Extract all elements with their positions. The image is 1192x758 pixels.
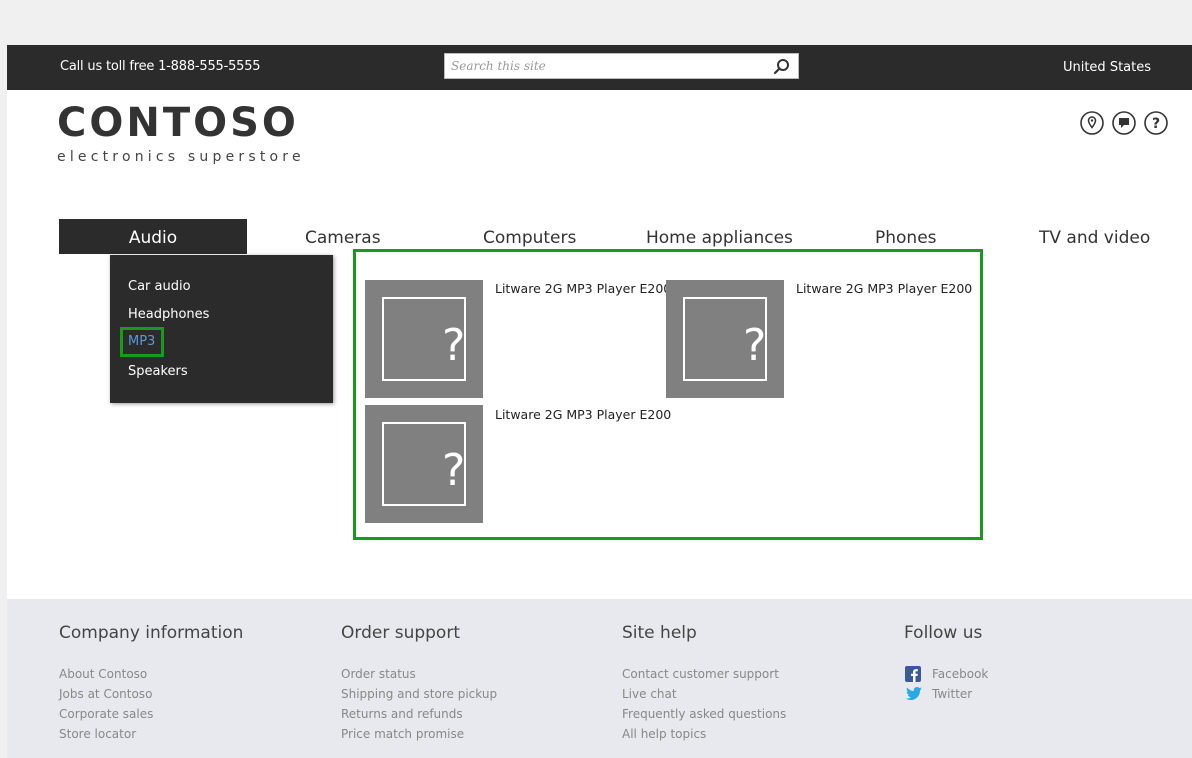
footer-heading-company-information: Company information — [59, 623, 244, 643]
dropdown-item-mp3[interactable]: MP3 — [120, 327, 164, 357]
search-input[interactable] — [451, 57, 761, 75]
footer-heading-order-support: Order support — [341, 623, 460, 643]
footer-link[interactable]: Contact customer support — [622, 667, 779, 681]
footer-link[interactable]: Frequently asked questions — [622, 707, 786, 721]
nav-item-tv-and-video[interactable]: TV and video — [1039, 228, 1150, 248]
chat-icon[interactable] — [1111, 110, 1137, 136]
search-box — [444, 53, 799, 79]
footer-link[interactable]: Order status — [341, 667, 416, 681]
contoso-logo[interactable]: CONTOSO electronics superstore — [57, 103, 305, 165]
help-icon[interactable]: ? — [1143, 110, 1169, 136]
product-thumbnail[interactable]: ? — [365, 405, 483, 523]
footer-link[interactable]: All help topics — [622, 727, 706, 741]
footer-link[interactable]: About Contoso — [59, 667, 147, 681]
product-results-panel: ? Litware 2G MP3 Player E200 ? Litware 2… — [353, 249, 983, 540]
footer-link[interactable]: Returns and refunds — [341, 707, 463, 721]
footer-link[interactable]: Price match promise — [341, 727, 464, 741]
nav-item-phones[interactable]: Phones — [875, 228, 937, 248]
twitter-icon[interactable] — [905, 686, 922, 702]
question-mark-icon: ? — [743, 320, 767, 371]
audio-dropdown-menu: Car audio Headphones MP3 Speakers — [110, 255, 333, 403]
product-name-link[interactable]: Litware 2G MP3 Player E200 — [495, 407, 671, 422]
nav-item-computers[interactable]: Computers — [483, 228, 576, 248]
logo-subtitle: electronics superstore — [57, 149, 305, 165]
facebook-icon[interactable] — [905, 666, 921, 682]
product-name-link[interactable]: Litware 2G MP3 Player E200 — [796, 281, 972, 296]
svg-text:?: ? — [1152, 116, 1160, 132]
product-thumbnail[interactable]: ? — [666, 280, 784, 398]
footer-heading-site-help: Site help — [622, 623, 697, 643]
site-footer: Company information About Contoso Jobs a… — [7, 599, 1192, 758]
footer-link-facebook[interactable]: Facebook — [932, 667, 988, 681]
nav-item-audio[interactable]: Audio — [59, 219, 247, 254]
dropdown-item-car-audio[interactable]: Car audio — [128, 279, 191, 294]
logo-title: CONTOSO — [57, 100, 299, 146]
dropdown-item-speakers[interactable]: Speakers — [128, 364, 188, 379]
location-icon[interactable] — [1079, 110, 1105, 136]
question-mark-icon: ? — [442, 320, 466, 371]
toll-free-phone: Call us toll free 1-888-555-5555 — [60, 59, 261, 74]
footer-link[interactable]: Shipping and store pickup — [341, 687, 497, 701]
dropdown-item-headphones[interactable]: Headphones — [128, 307, 209, 322]
search-icon[interactable] — [772, 57, 792, 77]
region-selector[interactable]: United States — [1063, 60, 1151, 75]
product-thumbnail[interactable]: ? — [365, 280, 483, 398]
top-bar: Call us toll free 1-888-555-5555 United … — [7, 45, 1192, 90]
footer-heading-follow-us: Follow us — [904, 623, 983, 643]
footer-link[interactable]: Jobs at Contoso — [59, 687, 152, 701]
question-mark-icon: ? — [442, 445, 466, 496]
nav-item-cameras[interactable]: Cameras — [305, 228, 381, 248]
product-name-link[interactable]: Litware 2G MP3 Player E200 — [495, 281, 671, 296]
left-gutter — [0, 0, 7, 758]
footer-link[interactable]: Live chat — [622, 687, 677, 701]
footer-link[interactable]: Store locator — [59, 727, 136, 741]
footer-link-twitter[interactable]: Twitter — [932, 687, 972, 701]
browser-top-strip — [0, 0, 1192, 45]
footer-link[interactable]: Corporate sales — [59, 707, 153, 721]
nav-item-home-appliances[interactable]: Home appliances — [646, 228, 793, 248]
